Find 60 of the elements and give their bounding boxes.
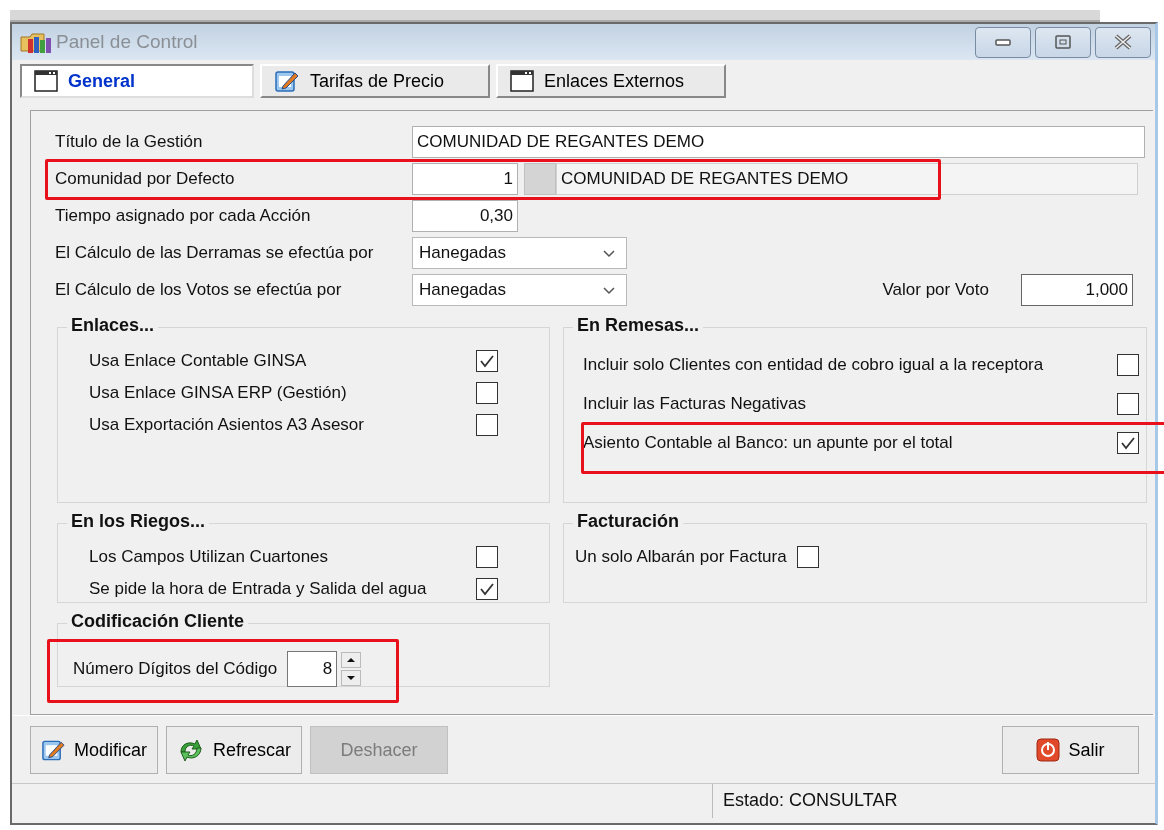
tab[interactable]: Enlaces Externos (496, 64, 726, 98)
triangle-up-icon (346, 657, 357, 663)
chevron-down-icon (602, 248, 616, 258)
maximize-button[interactable] (1035, 26, 1091, 58)
checkbox-label: Los Campos Utilizan Cuartones (89, 547, 329, 567)
checkbox-label: Se pide la hora de Entrada y Salida del agua (89, 579, 427, 599)
spin-down-button[interactable] (341, 670, 362, 686)
field-label: El Cálculo de los Votos se efectúa por (55, 280, 343, 300)
field-label: Tiempo asignado por cada Acción (55, 206, 312, 226)
text-field[interactable]: COMUNIDAD DE REGANTES DEMO (412, 126, 1145, 158)
field-label: Valor por Voto (882, 280, 989, 300)
action-button[interactable]: Refrescar (166, 726, 302, 774)
status-text: Estado: CONSULTAR (722, 789, 898, 812)
number-field[interactable]: 8 (287, 651, 338, 687)
close-button[interactable] (1095, 26, 1151, 58)
field-label: Título de la Gestión (55, 132, 204, 152)
checkbox-label: Usa Exportación Asientos A3 Asesor (89, 415, 364, 435)
code-field[interactable]: 1 (412, 163, 518, 195)
tab[interactable]: General (20, 64, 254, 98)
field-label: Número Dígitos del Código (73, 659, 278, 679)
checkbox[interactable] (476, 350, 498, 372)
dropdown[interactable]: Hanegadas (412, 237, 627, 269)
minimize-icon (995, 38, 1011, 46)
checkbox-label: Un solo Albarán por Factura (575, 547, 787, 567)
checkbox[interactable] (1117, 392, 1139, 415)
refresh-icon (177, 738, 205, 762)
checkbox[interactable] (476, 578, 498, 600)
maximize-icon (1052, 33, 1074, 51)
checkbox[interactable] (1117, 353, 1139, 376)
checkbox[interactable] (476, 546, 498, 568)
checkbox[interactable] (476, 414, 498, 436)
spin-up-button[interactable] (341, 652, 362, 668)
checkbox[interactable] (796, 546, 819, 568)
field-label: El Cálculo de las Derramas se efectúa por (55, 243, 375, 263)
checkbox-label: Incluir solo Clientes con entidad de cobro igual a la receptora (583, 354, 1044, 375)
edit-icon (274, 69, 300, 93)
tab[interactable]: Tarifas de Precio (260, 64, 490, 98)
checkbox-label: Asiento Contable al Banco: un apunte por el total (583, 432, 953, 453)
number-field[interactable]: 0,30 (412, 200, 518, 232)
field-label: Comunidad por Defecto (55, 169, 236, 189)
description-field[interactable]: COMUNIDAD DE REGANTES DEMO (556, 163, 1138, 195)
checkbox-label: Incluir las Facturas Negativas (583, 393, 806, 414)
window-title: Panel de Control (56, 31, 199, 53)
checkbox-label: Usa Enlace Contable GINSA (89, 351, 307, 371)
chevron-down-icon (602, 285, 616, 295)
dropdown[interactable]: Hanegadas (412, 274, 627, 306)
window-icon (510, 70, 534, 92)
window-icon (34, 70, 58, 92)
checkbox[interactable] (1117, 431, 1139, 454)
triangle-down-icon (346, 675, 357, 681)
checkbox[interactable] (476, 382, 498, 404)
number-field[interactable]: 1,000 (1021, 274, 1133, 306)
action-button[interactable]: Salir (1002, 726, 1139, 774)
close-icon (1112, 33, 1134, 51)
edit-icon (41, 738, 66, 762)
action-button[interactable]: Modificar (30, 726, 158, 774)
group-title: En los Riegos... (67, 511, 210, 532)
power-icon (1036, 738, 1061, 762)
checkbox-label: Usa Enlace GINSA ERP (Gestión) (89, 383, 347, 403)
minimize-button[interactable] (975, 26, 1031, 58)
